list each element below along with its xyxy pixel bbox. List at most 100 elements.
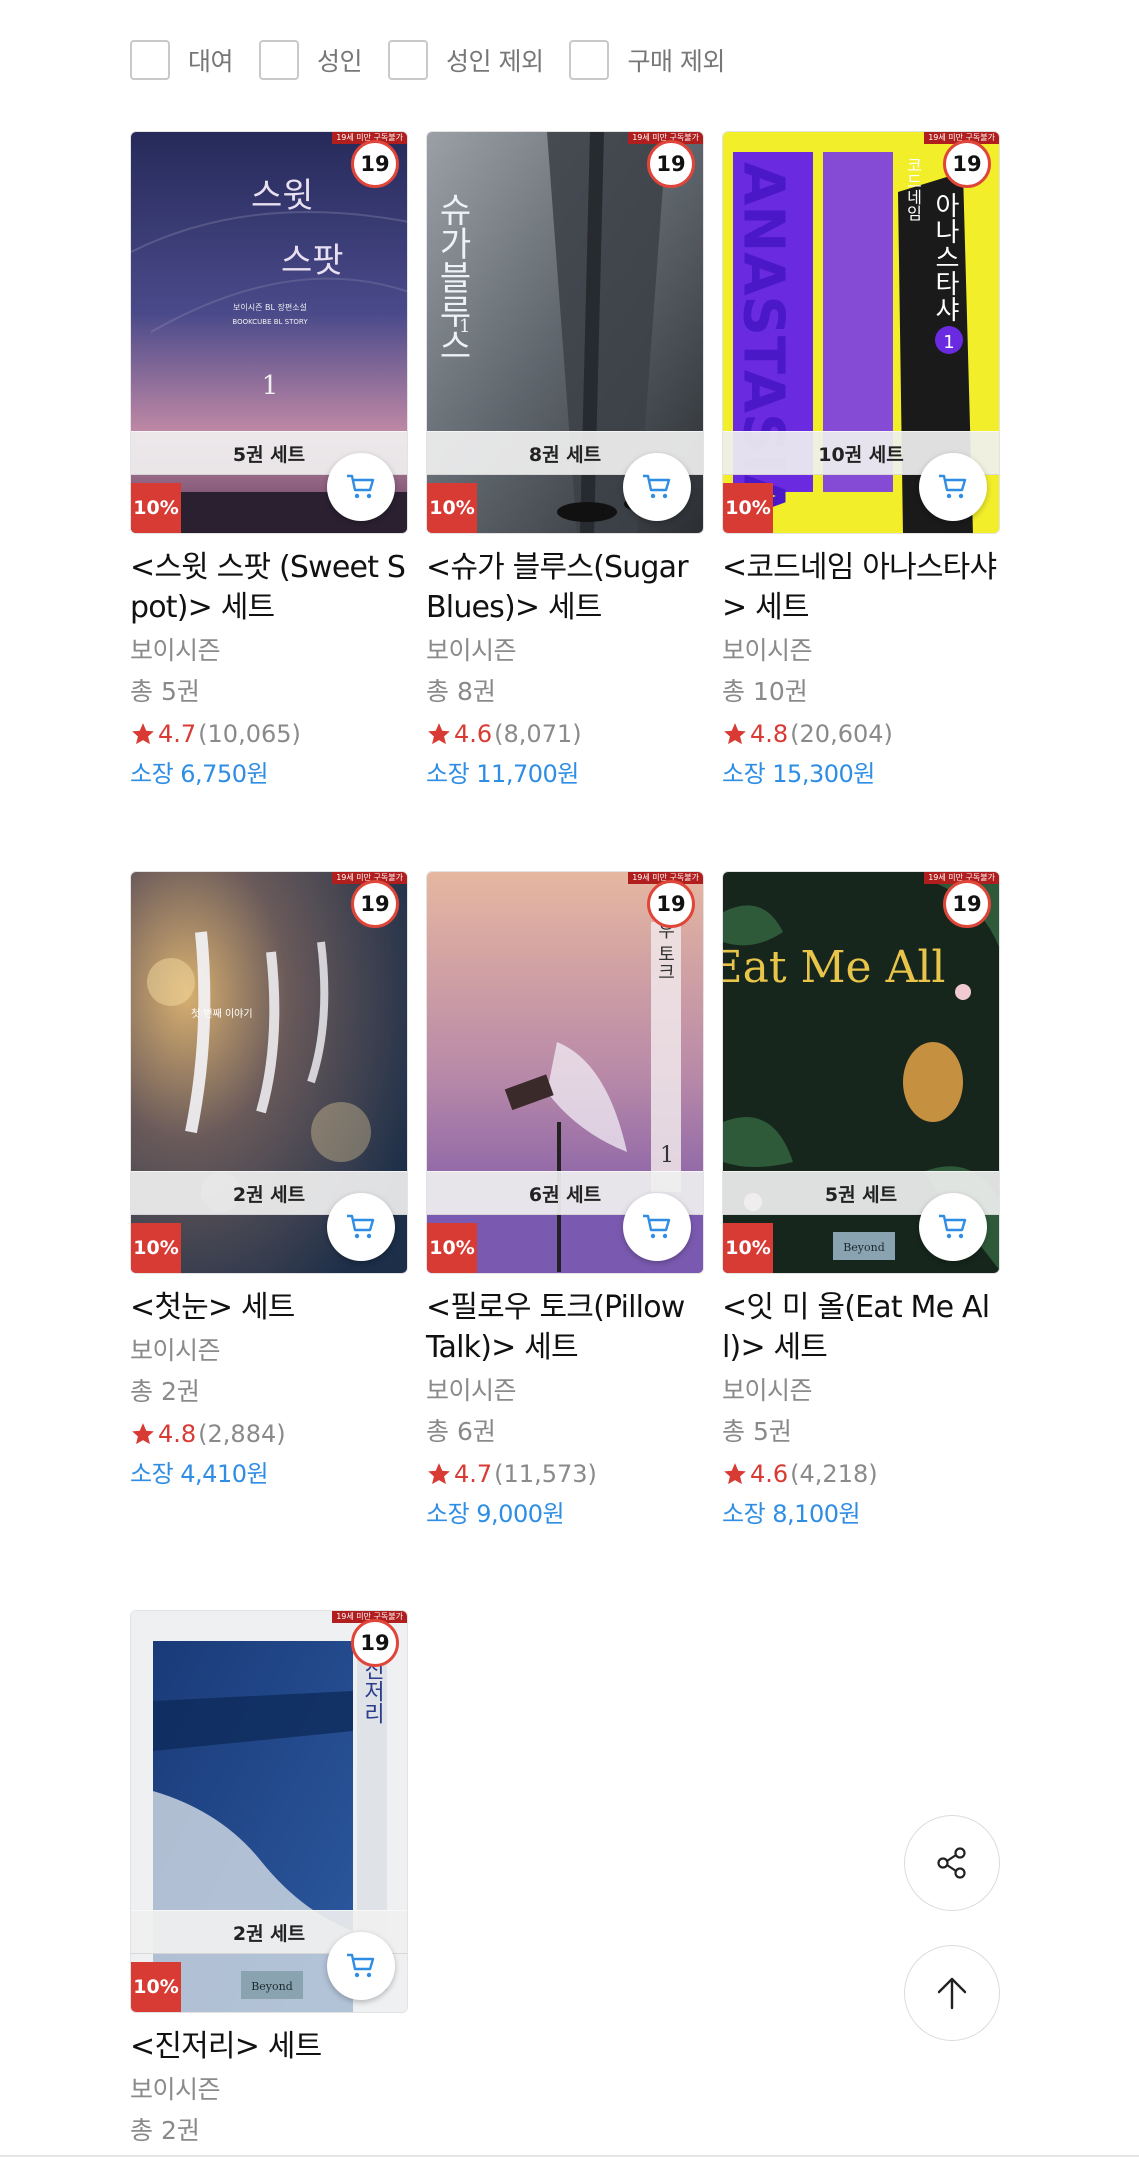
discount-badge: 10% [131, 1962, 181, 2012]
cover-brand: BOOKCUBE BL STORY [232, 318, 308, 326]
book-cover[interactable]: 스윗 스팟 보이시즌 BL 장편소설 BOOKCUBE BL STORY 1 1… [130, 131, 408, 534]
arrow-up-icon [937, 1977, 967, 2010]
filter-adult[interactable]: 성인 [259, 40, 363, 80]
filter-exclude-purchased[interactable]: 구매 제외 [569, 40, 725, 80]
book-title[interactable]: <잇 미 올(Eat Me All)> 세트 [722, 1288, 1000, 1368]
cart-icon [939, 1214, 967, 1239]
book-author[interactable]: 보이시즌 [722, 634, 1000, 668]
age-19-badge: 19 [647, 880, 695, 928]
star-icon [132, 723, 154, 745]
volume-count: 총 2권 [130, 1377, 200, 1406]
book-title[interactable]: <슈가 블루스(Sugar Blues)> 세트 [426, 548, 704, 628]
add-to-cart-button[interactable] [919, 453, 987, 521]
add-to-cart-button[interactable] [327, 1193, 395, 1261]
cover-title: 스팟 [281, 241, 344, 281]
age-19-badge: 19 [943, 880, 991, 928]
rating-score: 4.7 [158, 720, 197, 748]
add-to-cart-button[interactable] [623, 1193, 691, 1261]
add-to-cart-button[interactable] [623, 453, 691, 521]
review-count: (8,071) [494, 720, 582, 748]
book-cover[interactable]: 로우 토크 1 19세 미만 구독불가 19 6권 세트 10% [426, 871, 704, 1274]
add-to-cart-button[interactable] [919, 1193, 987, 1261]
filter-rental[interactable]: 대여 [130, 40, 234, 80]
book-card[interactable]: Eat Me All Beyond 19세 미만 구독불가 19 5권 세트 1… [722, 871, 1000, 1530]
cover-label: 코드네임 [904, 157, 923, 221]
rating-score: 4.8 [158, 1420, 197, 1448]
book-cover[interactable]: 진저리 Beyond 19세 미만 구독불가 19 2권 세트 10% [130, 1610, 408, 2013]
add-to-cart-button[interactable] [327, 1932, 395, 2000]
price: 소장 15,300원 [722, 760, 875, 788]
book-author[interactable]: 보이시즌 [130, 1334, 408, 1368]
book-cover[interactable]: 첫 번째 이야기 19세 미만 구독불가 19 2권 세트 10% [130, 871, 408, 1274]
review-count: (11,573) [494, 1460, 597, 1488]
cart-icon [347, 474, 375, 499]
volume-count: 총 8권 [426, 677, 496, 706]
filter-label: 구매 제외 [627, 47, 725, 76]
book-title[interactable]: <진저리> 세트 [130, 2027, 408, 2067]
discount-badge: 10% [427, 1223, 477, 1273]
book-cover[interactable]: Eat Me All Beyond 19세 미만 구독불가 19 5권 세트 1… [722, 871, 1000, 1274]
star-icon [132, 1423, 154, 1445]
price: 소장 9,000원 [426, 1500, 565, 1528]
filter-exclude-adult[interactable]: 성인 제외 [388, 40, 544, 80]
checkbox[interactable] [569, 40, 610, 80]
volume-count: 총 5권 [722, 1417, 792, 1446]
book-title[interactable]: <첫눈> 세트 [130, 1288, 408, 1328]
cover-title: 스윗 [251, 176, 314, 216]
add-to-cart-button[interactable] [327, 453, 395, 521]
cover-volume: 1 [660, 1143, 674, 1168]
review-count: (2,884) [198, 1420, 286, 1448]
book-author[interactable]: 보이시즌 [426, 1374, 704, 1408]
price: 소장 6,750원 [130, 760, 269, 788]
review-count: (20,604) [790, 720, 893, 748]
filter-bar: 대여 성인 성인 제외 구매 제외 [130, 40, 751, 80]
book-title[interactable]: <스윗 스팟 (Sweet Spot)> 세트 [130, 548, 408, 628]
share-button[interactable] [904, 1815, 1000, 1911]
book-card[interactable]: 슈가블루스 1 19세 미만 구독불가 19 8권 세트 10% <슈가 블루스… [426, 131, 704, 790]
discount-badge: 10% [723, 1223, 773, 1273]
book-card[interactable]: 진저리 Beyond 19세 미만 구독불가 19 2권 세트 10% <진저리… [130, 1610, 408, 2148]
book-card[interactable]: 첫 번째 이야기 19세 미만 구독불가 19 2권 세트 10% <첫눈> 세… [130, 871, 408, 1490]
price: 소장 4,410원 [130, 1460, 269, 1488]
review-count: (10,065) [198, 720, 301, 748]
book-title[interactable]: <코드네임 아나스타샤> 세트 [722, 548, 1000, 628]
cover-subtitle: 보이시즌 BL 장편소설 [233, 302, 307, 312]
checkbox[interactable] [130, 40, 170, 80]
rating-score: 4.8 [750, 720, 789, 748]
age-19-badge: 19 [351, 1619, 399, 1667]
cover-subtitle: 첫 번째 이야기 [191, 1008, 253, 1020]
book-card[interactable]: 스윗 스팟 보이시즌 BL 장편소설 BOOKCUBE BL STORY 1 1… [130, 131, 408, 790]
age-19-badge: 19 [647, 140, 695, 188]
book-cover[interactable]: ANASTASIA 코드네임 아나스타샤 1 19세 미만 구독불가 19 10… [722, 131, 1000, 534]
share-icon [937, 1847, 966, 1879]
checkbox[interactable] [259, 40, 300, 80]
book-author[interactable]: 보이시즌 [130, 634, 408, 668]
cart-icon [643, 474, 671, 499]
volume-count: 총 6권 [426, 1417, 496, 1446]
star-icon [428, 1463, 450, 1485]
cart-icon [347, 1214, 375, 1239]
book-card[interactable]: ANASTASIA 코드네임 아나스타샤 1 19세 미만 구독불가 19 10… [722, 131, 1000, 790]
rating: 4.6 (4,218) [722, 1458, 1000, 1490]
star-icon [724, 723, 746, 745]
book-title[interactable]: <필로우 토크(Pillow Talk)> 세트 [426, 1288, 704, 1368]
rating-score: 4.7 [454, 1460, 493, 1488]
book-card[interactable]: 로우 토크 1 19세 미만 구독불가 19 6권 세트 10% <필로우 토크… [426, 871, 704, 1530]
book-author[interactable]: 보이시즌 [722, 1374, 1000, 1408]
price: 소장 8,100원 [722, 1500, 861, 1528]
book-author[interactable]: 보이시즌 [426, 634, 704, 668]
scroll-to-top-button[interactable] [904, 1945, 1000, 2041]
cart-icon [939, 474, 967, 499]
filter-label: 성인 제외 [446, 47, 544, 76]
star-icon [724, 1463, 746, 1485]
checkbox[interactable] [388, 40, 429, 80]
age-19-badge: 19 [351, 880, 399, 928]
age-19-badge: 19 [943, 140, 991, 188]
rating: 4.6 (8,071) [426, 718, 704, 750]
cover-volume: 1 [943, 332, 954, 353]
volume-count: 총 2권 [130, 2116, 200, 2145]
cover-volume: 1 [262, 371, 279, 401]
book-author[interactable]: 보이시즌 [130, 2073, 408, 2107]
publisher-logo: Beyond [843, 1241, 885, 1254]
book-cover[interactable]: 슈가블루스 1 19세 미만 구독불가 19 8권 세트 10% [426, 131, 704, 534]
